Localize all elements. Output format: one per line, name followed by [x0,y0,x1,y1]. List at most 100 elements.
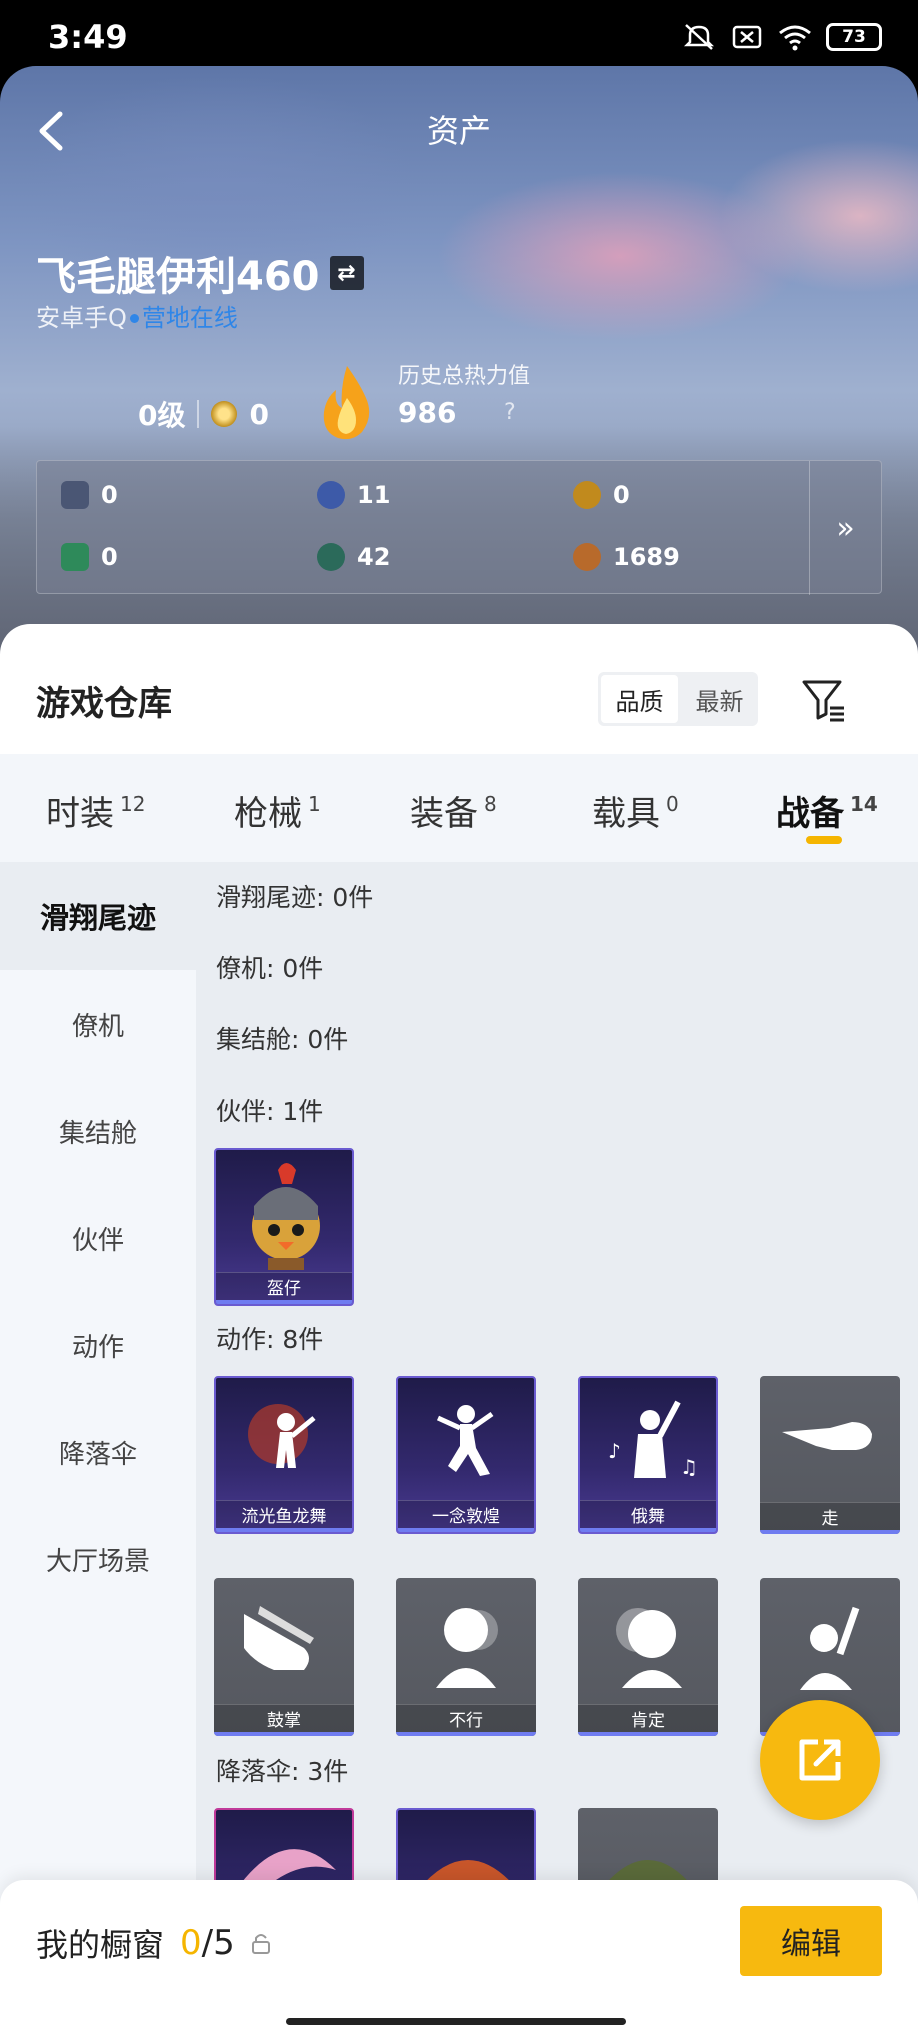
filter-icon[interactable] [800,676,846,722]
tab-fashion[interactable]: 时装 12 [46,786,145,835]
no-sim-icon [732,25,762,49]
switch-account-icon[interactable]: ⇄ [329,256,364,290]
wave-icon [800,1606,860,1690]
item-card[interactable]: 走 [760,1376,900,1534]
edit-button[interactable]: 编辑 [740,1906,882,1976]
stat-item: 0 [61,543,118,571]
battery-indicator: 73 [826,23,882,51]
helmet-chick-icon [252,1163,320,1270]
heat-value: 986 [398,396,457,429]
head-shake-icon [436,1608,498,1688]
level-value: 0级 [138,399,186,432]
side-item-emote[interactable]: 动作 [0,1291,196,1399]
svg-text:♪: ♪ [608,1439,621,1463]
medal-icon [211,401,238,427]
item-card[interactable]: 盔仔 [214,1148,354,1306]
warehouse-panel: 游戏仓库 品质 最新 时装 12 枪械 1 装备 8 载具 0 战备 14 滑翔尾迹 僚机… [0,624,918,2040]
item-name: 不行 [396,1704,536,1732]
wifi-icon [779,25,811,51]
item-card[interactable]: 鼓掌 [214,1578,354,1736]
showcase-bar: 我的橱窗 0/5 编辑 [0,1880,918,2040]
fire-icon [323,366,370,440]
status-bar: 3:49 73 [0,0,918,66]
lock-icon [251,1934,270,1954]
svg-text:♫: ♫ [680,1455,698,1479]
card-icon [61,481,89,509]
stat-item: 42 [317,543,390,571]
rarity-bar [216,1300,352,1304]
sort-newest[interactable]: 最新 [681,672,758,726]
rarity-bar [760,1530,900,1534]
online-dot [129,314,139,323]
divider [197,400,200,428]
heat-label: 历史总热力值 [398,364,531,389]
item-card[interactable]: 一念敦煌 [396,1376,536,1534]
item-name: 走 [760,1502,900,1530]
platform-label: 安卓手Q [36,304,127,332]
stat-item: 11 [317,481,390,509]
tab-battle-prep[interactable]: 战备 14 [776,786,878,835]
player-name-row: 飞毛腿伊利460 ⇄ [36,244,364,302]
player-subtitle: 安卓手Q 营地在线 [36,298,238,333]
rarity-bar [578,1732,718,1736]
showcase-label: 我的橱窗 [36,1926,165,1964]
item-name: 肯定 [578,1704,718,1732]
stat-item: 0 [61,481,118,509]
section-pod: 集结舱: 0件 [216,1025,349,1054]
item-list: 滑翔尾迹: 0件 僚机: 0件 集结舱: 0件 伙伴: 1件 盔仔 动作: 8件 [196,862,918,2040]
dunhuang-dance-icon [436,1405,494,1476]
rarity-bar [398,1528,534,1532]
section-wingman: 僚机: 0件 [216,954,324,983]
item-name: 一念敦煌 [398,1500,534,1528]
warehouse-header: 游戏仓库 品质 最新 [0,624,918,754]
online-status: 营地在线 [141,304,238,332]
status-time: 3:49 [48,18,128,56]
side-item-pod[interactable]: 集结舱 [0,1077,196,1185]
subcategory-sidebar: 滑翔尾迹 僚机 集结舱 伙伴 动作 降落伞 大厅场景 [0,862,196,2040]
side-item-wingman[interactable]: 僚机 [0,970,196,1078]
warehouse-title: 游戏仓库 [36,684,172,724]
status-icons: 73 [682,22,882,52]
section-parachute: 降落伞: 3件 [216,1757,349,1786]
player-name: 飞毛腿伊利460 [36,254,320,300]
sort-toggle: 品质 最新 [598,672,758,726]
nod-icon [616,1608,682,1688]
active-tab-indicator [806,836,842,844]
side-item-partner[interactable]: 伙伴 [0,1184,196,1292]
token-icon [573,543,601,571]
expand-stats-button[interactable]: » [809,461,881,595]
side-item-trail[interactable]: 滑翔尾迹 [0,862,196,970]
item-name: 流光鱼龙舞 [216,1500,352,1528]
item-name: 俄舞 [580,1500,716,1528]
stat-item: 0 [573,481,630,509]
category-tabs: 时装 12 枪械 1 装备 8 载具 0 战备 14 [0,754,918,862]
heat-help-icon[interactable]: ? [504,400,516,425]
dragon-dance-icon [248,1404,316,1468]
medal-count: 0 [249,397,269,431]
item-card[interactable]: ♪ ♫ 俄舞 [578,1376,718,1534]
rarity-bar [396,1732,536,1736]
coin-blue-icon [317,481,345,509]
currency-stats: 0 11 0 0 42 1689 » [36,460,882,595]
green-card-icon [61,543,89,571]
item-card[interactable]: 肯定 [578,1578,718,1736]
rarity-bar [214,1732,354,1736]
item-card[interactable]: 不行 [396,1578,536,1736]
stat-item: 1689 [573,543,680,571]
share-fab[interactable] [760,1700,880,1820]
tab-equipment[interactable]: 装备 8 [410,786,497,835]
pointing-hand-icon [782,1422,872,1450]
item-name: 盔仔 [216,1272,352,1300]
tab-vehicles[interactable]: 载具 0 [592,786,679,835]
item-card[interactable]: 流光鱼龙舞 [214,1376,354,1534]
page-title: 资产 [426,112,491,150]
sort-quality[interactable]: 品质 [601,675,678,723]
side-item-parachute[interactable]: 降落伞 [0,1398,196,1506]
russian-dance-icon: ♪ ♫ [608,1400,698,1479]
side-item-lobby[interactable]: 大厅场景 [0,1505,196,1613]
orb-icon [317,543,345,571]
clap-icon [244,1606,314,1670]
section-emote: 动作: 8件 [216,1325,324,1354]
tab-guns[interactable]: 枪械 1 [234,786,321,835]
asset-hero: 资产 飞毛腿伊利460 ⇄ 安卓手Q 营地在线 0级 0 历史总热力值 986 ?… [0,66,918,656]
